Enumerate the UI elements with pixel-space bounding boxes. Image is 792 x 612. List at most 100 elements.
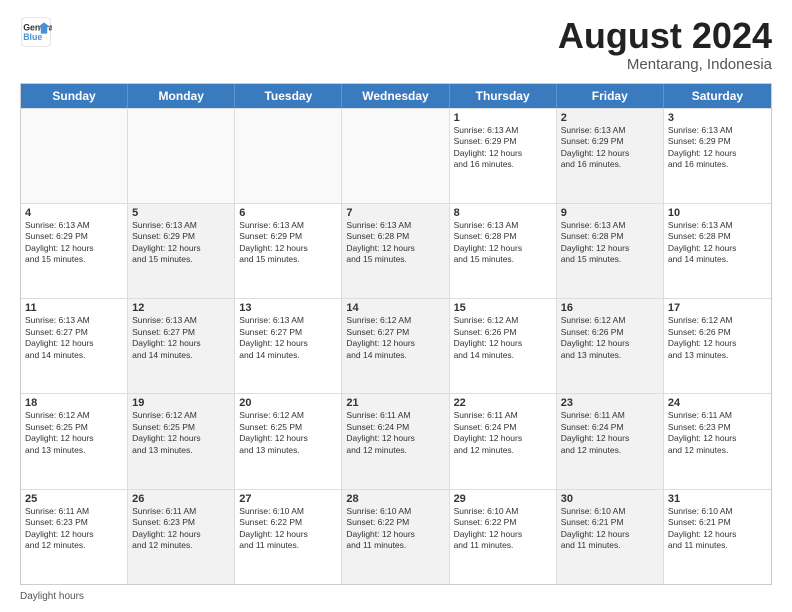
day-detail: Sunrise: 6:11 AM Sunset: 6:24 PM Dayligh… xyxy=(454,410,552,456)
empty-cell xyxy=(21,109,128,203)
day-header-friday: Friday xyxy=(557,84,664,108)
day-cell-7: 7Sunrise: 6:13 AM Sunset: 6:28 PM Daylig… xyxy=(342,204,449,298)
day-header-thursday: Thursday xyxy=(450,84,557,108)
day-detail: Sunrise: 6:12 AM Sunset: 6:25 PM Dayligh… xyxy=(25,410,123,456)
logo: General Blue xyxy=(20,16,52,48)
day-cell-30: 30Sunrise: 6:10 AM Sunset: 6:21 PM Dayli… xyxy=(557,490,664,584)
day-cell-23: 23Sunrise: 6:11 AM Sunset: 6:24 PM Dayli… xyxy=(557,394,664,488)
day-cell-24: 24Sunrise: 6:11 AM Sunset: 6:23 PM Dayli… xyxy=(664,394,771,488)
day-detail: Sunrise: 6:11 AM Sunset: 6:23 PM Dayligh… xyxy=(132,506,230,552)
day-detail: Sunrise: 6:10 AM Sunset: 6:22 PM Dayligh… xyxy=(239,506,337,552)
day-cell-21: 21Sunrise: 6:11 AM Sunset: 6:24 PM Dayli… xyxy=(342,394,449,488)
day-number: 22 xyxy=(454,397,552,409)
day-number: 8 xyxy=(454,207,552,219)
day-detail: Sunrise: 6:13 AM Sunset: 6:29 PM Dayligh… xyxy=(561,125,659,171)
day-detail: Sunrise: 6:10 AM Sunset: 6:22 PM Dayligh… xyxy=(346,506,444,552)
day-header-wednesday: Wednesday xyxy=(342,84,449,108)
day-cell-4: 4Sunrise: 6:13 AM Sunset: 6:29 PM Daylig… xyxy=(21,204,128,298)
calendar-week-3: 11Sunrise: 6:13 AM Sunset: 6:27 PM Dayli… xyxy=(21,298,771,393)
day-detail: Sunrise: 6:13 AM Sunset: 6:27 PM Dayligh… xyxy=(132,315,230,361)
day-number: 6 xyxy=(239,207,337,219)
calendar: SundayMondayTuesdayWednesdayThursdayFrid… xyxy=(20,83,772,585)
empty-cell xyxy=(342,109,449,203)
day-number: 23 xyxy=(561,397,659,409)
day-number: 28 xyxy=(346,493,444,505)
day-detail: Sunrise: 6:12 AM Sunset: 6:26 PM Dayligh… xyxy=(561,315,659,361)
day-detail: Sunrise: 6:11 AM Sunset: 6:23 PM Dayligh… xyxy=(668,410,767,456)
day-cell-5: 5Sunrise: 6:13 AM Sunset: 6:29 PM Daylig… xyxy=(128,204,235,298)
day-detail: Sunrise: 6:12 AM Sunset: 6:25 PM Dayligh… xyxy=(132,410,230,456)
day-cell-26: 26Sunrise: 6:11 AM Sunset: 6:23 PM Dayli… xyxy=(128,490,235,584)
day-number: 20 xyxy=(239,397,337,409)
day-cell-9: 9Sunrise: 6:13 AM Sunset: 6:28 PM Daylig… xyxy=(557,204,664,298)
calendar-week-2: 4Sunrise: 6:13 AM Sunset: 6:29 PM Daylig… xyxy=(21,203,771,298)
day-detail: Sunrise: 6:10 AM Sunset: 6:22 PM Dayligh… xyxy=(454,506,552,552)
page: General Blue August 2024 Mentarang, Indo… xyxy=(0,0,792,612)
day-number: 30 xyxy=(561,493,659,505)
day-detail: Sunrise: 6:11 AM Sunset: 6:24 PM Dayligh… xyxy=(346,410,444,456)
day-cell-25: 25Sunrise: 6:11 AM Sunset: 6:23 PM Dayli… xyxy=(21,490,128,584)
day-detail: Sunrise: 6:13 AM Sunset: 6:28 PM Dayligh… xyxy=(668,220,767,266)
day-cell-14: 14Sunrise: 6:12 AM Sunset: 6:27 PM Dayli… xyxy=(342,299,449,393)
day-cell-22: 22Sunrise: 6:11 AM Sunset: 6:24 PM Dayli… xyxy=(450,394,557,488)
header: General Blue August 2024 Mentarang, Indo… xyxy=(20,16,772,73)
day-cell-12: 12Sunrise: 6:13 AM Sunset: 6:27 PM Dayli… xyxy=(128,299,235,393)
day-cell-18: 18Sunrise: 6:12 AM Sunset: 6:25 PM Dayli… xyxy=(21,394,128,488)
day-detail: Sunrise: 6:13 AM Sunset: 6:29 PM Dayligh… xyxy=(668,125,767,171)
day-detail: Sunrise: 6:10 AM Sunset: 6:21 PM Dayligh… xyxy=(561,506,659,552)
logo-icon: General Blue xyxy=(20,16,52,48)
empty-cell xyxy=(128,109,235,203)
day-number: 31 xyxy=(668,493,767,505)
day-number: 21 xyxy=(346,397,444,409)
svg-text:Blue: Blue xyxy=(23,32,42,42)
day-cell-29: 29Sunrise: 6:10 AM Sunset: 6:22 PM Dayli… xyxy=(450,490,557,584)
day-cell-13: 13Sunrise: 6:13 AM Sunset: 6:27 PM Dayli… xyxy=(235,299,342,393)
day-detail: Sunrise: 6:13 AM Sunset: 6:29 PM Dayligh… xyxy=(239,220,337,266)
day-detail: Sunrise: 6:13 AM Sunset: 6:29 PM Dayligh… xyxy=(454,125,552,171)
day-number: 9 xyxy=(561,207,659,219)
day-cell-8: 8Sunrise: 6:13 AM Sunset: 6:28 PM Daylig… xyxy=(450,204,557,298)
day-number: 4 xyxy=(25,207,123,219)
day-header-saturday: Saturday xyxy=(664,84,771,108)
day-detail: Sunrise: 6:13 AM Sunset: 6:28 PM Dayligh… xyxy=(454,220,552,266)
day-detail: Sunrise: 6:12 AM Sunset: 6:26 PM Dayligh… xyxy=(668,315,767,361)
day-detail: Sunrise: 6:11 AM Sunset: 6:24 PM Dayligh… xyxy=(561,410,659,456)
empty-cell xyxy=(235,109,342,203)
day-number: 3 xyxy=(668,112,767,124)
calendar-week-1: 1Sunrise: 6:13 AM Sunset: 6:29 PM Daylig… xyxy=(21,108,771,203)
day-number: 18 xyxy=(25,397,123,409)
day-detail: Sunrise: 6:12 AM Sunset: 6:26 PM Dayligh… xyxy=(454,315,552,361)
day-detail: Sunrise: 6:13 AM Sunset: 6:28 PM Dayligh… xyxy=(561,220,659,266)
calendar-week-5: 25Sunrise: 6:11 AM Sunset: 6:23 PM Dayli… xyxy=(21,489,771,584)
day-number: 19 xyxy=(132,397,230,409)
day-cell-11: 11Sunrise: 6:13 AM Sunset: 6:27 PM Dayli… xyxy=(21,299,128,393)
day-number: 25 xyxy=(25,493,123,505)
day-cell-27: 27Sunrise: 6:10 AM Sunset: 6:22 PM Dayli… xyxy=(235,490,342,584)
day-header-sunday: Sunday xyxy=(21,84,128,108)
day-detail: Sunrise: 6:12 AM Sunset: 6:27 PM Dayligh… xyxy=(346,315,444,361)
day-cell-20: 20Sunrise: 6:12 AM Sunset: 6:25 PM Dayli… xyxy=(235,394,342,488)
day-detail: Sunrise: 6:13 AM Sunset: 6:28 PM Dayligh… xyxy=(346,220,444,266)
day-cell-6: 6Sunrise: 6:13 AM Sunset: 6:29 PM Daylig… xyxy=(235,204,342,298)
day-cell-2: 2Sunrise: 6:13 AM Sunset: 6:29 PM Daylig… xyxy=(557,109,664,203)
day-detail: Sunrise: 6:11 AM Sunset: 6:23 PM Dayligh… xyxy=(25,506,123,552)
day-number: 2 xyxy=(561,112,659,124)
day-number: 1 xyxy=(454,112,552,124)
day-header-tuesday: Tuesday xyxy=(235,84,342,108)
day-number: 26 xyxy=(132,493,230,505)
day-cell-17: 17Sunrise: 6:12 AM Sunset: 6:26 PM Dayli… xyxy=(664,299,771,393)
day-detail: Sunrise: 6:13 AM Sunset: 6:27 PM Dayligh… xyxy=(25,315,123,361)
day-number: 17 xyxy=(668,302,767,314)
footer: Daylight hours xyxy=(20,591,772,602)
day-number: 11 xyxy=(25,302,123,314)
day-number: 15 xyxy=(454,302,552,314)
day-cell-19: 19Sunrise: 6:12 AM Sunset: 6:25 PM Dayli… xyxy=(128,394,235,488)
day-detail: Sunrise: 6:10 AM Sunset: 6:21 PM Dayligh… xyxy=(668,506,767,552)
day-number: 16 xyxy=(561,302,659,314)
day-detail: Sunrise: 6:13 AM Sunset: 6:29 PM Dayligh… xyxy=(25,220,123,266)
day-number: 7 xyxy=(346,207,444,219)
calendar-week-4: 18Sunrise: 6:12 AM Sunset: 6:25 PM Dayli… xyxy=(21,393,771,488)
month-year-title: August 2024 xyxy=(558,16,772,56)
day-cell-3: 3Sunrise: 6:13 AM Sunset: 6:29 PM Daylig… xyxy=(664,109,771,203)
title-block: August 2024 Mentarang, Indonesia xyxy=(558,16,772,73)
